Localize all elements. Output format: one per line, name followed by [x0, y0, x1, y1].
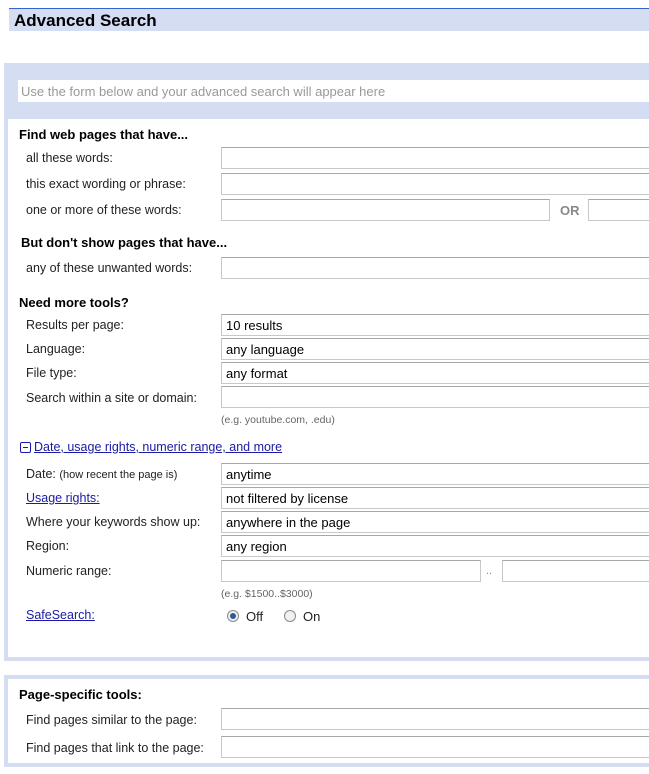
usage-rights-link[interactable]: Usage rights:: [26, 491, 100, 505]
query-preview-box[interactable]: Use the form below and your advanced sea…: [18, 80, 649, 102]
all-words-input[interactable]: [221, 147, 649, 169]
more-options-toggle[interactable]: Date, usage rights, numeric range, and m…: [34, 440, 282, 454]
keyword-location-label: Where your keywords show up:: [26, 515, 201, 529]
linking-pages-label: Find pages that link to the page:: [26, 741, 204, 755]
tools-section-title: Need more tools?: [19, 295, 129, 310]
file-type-select[interactable]: any format: [221, 362, 649, 384]
exact-phrase-label: this exact wording or phrase:: [26, 177, 186, 191]
linking-pages-input[interactable]: [221, 736, 649, 758]
site-domain-hint: (e.g. youtube.com, .edu): [221, 414, 335, 426]
numeric-range-from-input[interactable]: [221, 560, 481, 582]
safesearch-on-radio[interactable]: [284, 610, 296, 622]
page-specific-tools-panel: Page-specific tools: Find pages similar …: [4, 675, 649, 767]
date-label-text: Date:: [26, 467, 56, 481]
results-per-page-label: Results per page:: [26, 318, 124, 332]
page-title: Advanced Search: [14, 11, 157, 30]
site-domain-label: Search within a site or domain:: [26, 391, 197, 405]
region-select[interactable]: any region: [221, 535, 649, 557]
similar-pages-input[interactable]: [221, 708, 649, 730]
site-domain-input[interactable]: [221, 386, 649, 408]
unwanted-words-input[interactable]: [221, 257, 649, 279]
safesearch-off-label[interactable]: Off: [246, 609, 263, 624]
results-per-page-select[interactable]: 10 results: [221, 314, 649, 336]
safesearch-off-radio[interactable]: [227, 610, 239, 622]
region-label: Region:: [26, 539, 70, 553]
find-section-title: Find web pages that have...: [19, 127, 189, 142]
exact-phrase-input[interactable]: [221, 173, 649, 195]
numeric-range-hint: (e.g. $1500..$3000): [221, 588, 313, 600]
keyword-location-select[interactable]: anywhere in the page: [221, 511, 649, 533]
query-preview-bar: Use the form below and your advanced sea…: [4, 63, 649, 119]
usage-rights-select[interactable]: not filtered by license: [221, 487, 649, 509]
similar-pages-label: Find pages similar to the page:: [26, 713, 197, 727]
advanced-search-form: Find web pages that have... all these wo…: [4, 119, 649, 661]
page-tools-title: Page-specific tools:: [19, 687, 142, 702]
language-label: Language:: [26, 342, 86, 356]
exclude-section-title: But don't show pages that have...: [21, 235, 228, 250]
date-select[interactable]: anytime: [221, 463, 649, 485]
date-label: Date: (how recent the page is): [26, 467, 177, 481]
any-words-input-1[interactable]: [221, 199, 550, 221]
numeric-range-separator: ..: [486, 565, 493, 577]
numeric-range-to-input[interactable]: [502, 560, 649, 582]
all-words-label: all these words:: [26, 151, 113, 165]
collapse-minus-icon[interactable]: [20, 442, 31, 453]
any-words-input-2[interactable]: [588, 199, 649, 221]
numeric-range-label: Numeric range:: [26, 564, 112, 578]
any-words-label: one or more of these words:: [26, 203, 182, 217]
language-select[interactable]: any language: [221, 338, 649, 360]
unwanted-words-label: any of these unwanted words:: [26, 261, 193, 275]
date-hint: (how recent the page is): [59, 469, 178, 481]
or-label: OR: [560, 203, 580, 218]
page-header: Advanced Search: [9, 8, 649, 31]
safesearch-link[interactable]: SafeSearch:: [26, 608, 95, 622]
file-type-label: File type:: [26, 366, 77, 380]
safesearch-on-label[interactable]: On: [303, 609, 320, 624]
